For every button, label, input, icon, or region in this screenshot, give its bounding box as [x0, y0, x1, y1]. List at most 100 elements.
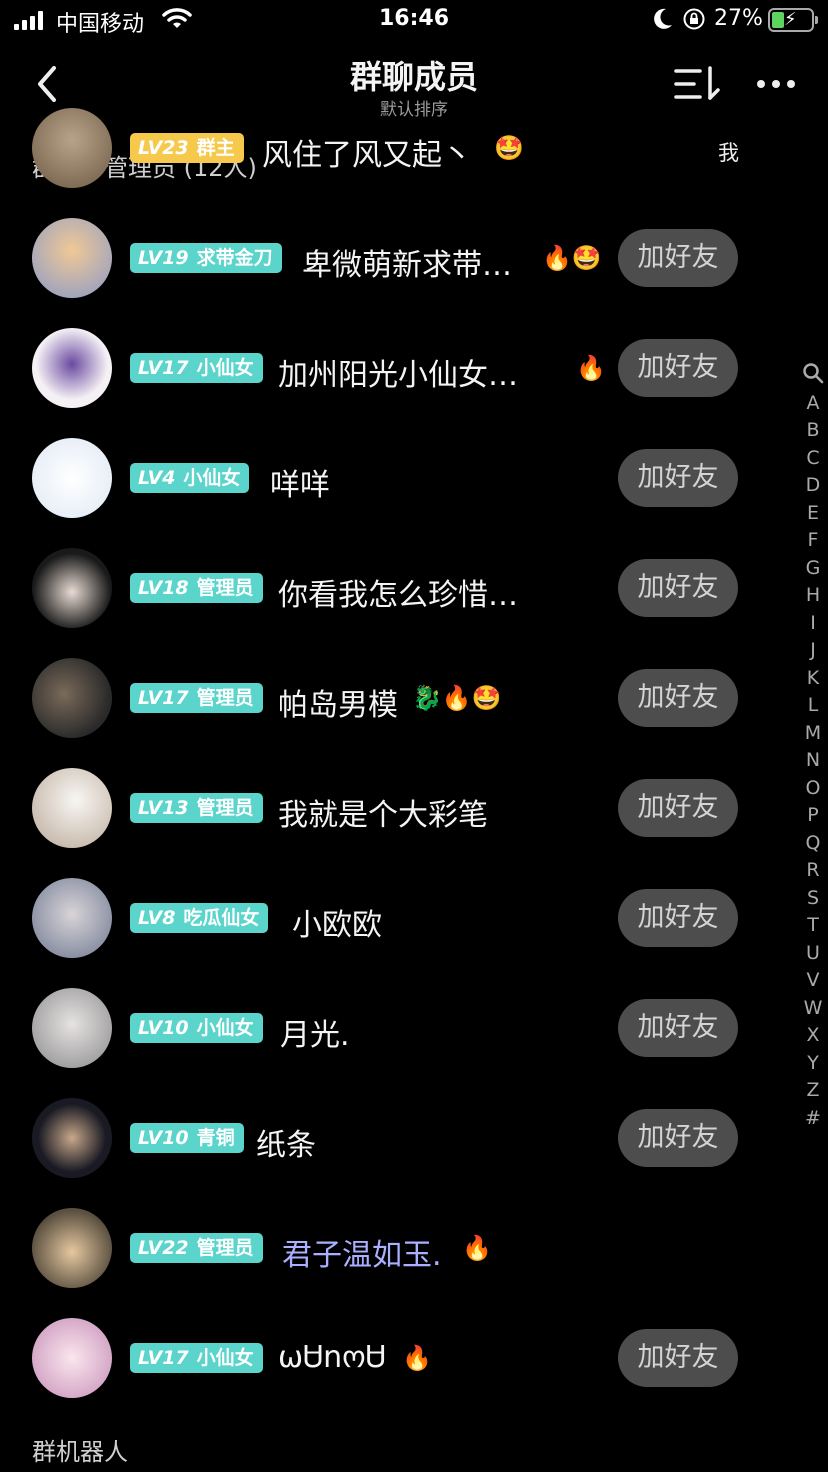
member-name: 月光.	[280, 1018, 350, 1053]
member-row[interactable]: LV17 小仙女 ωᏌnოᏌ 🔥 加好友	[0, 1303, 800, 1413]
avatar[interactable]	[32, 328, 112, 408]
index-letter[interactable]: S	[800, 885, 826, 913]
member-name: 你看我怎么珍惜…	[278, 578, 518, 613]
add-friend-button[interactable]: 加好友	[618, 779, 738, 837]
member-name: 君子温如玉.	[282, 1238, 442, 1273]
index-letter[interactable]: Q	[800, 830, 826, 858]
index-letter[interactable]: N	[800, 747, 826, 775]
rotation-lock-icon	[683, 8, 705, 30]
me-label: 我	[718, 141, 739, 165]
emoji-badges: 🔥	[402, 1344, 432, 1372]
add-friend-button[interactable]: 加好友	[618, 669, 738, 727]
battery-percent: 27%	[714, 6, 763, 31]
level-badge: LV13 管理员	[130, 793, 263, 823]
index-letter[interactable]: P	[800, 802, 826, 830]
emoji-badges: 🐉🔥🤩	[412, 684, 502, 712]
index-letter[interactable]: K	[800, 665, 826, 693]
index-letter[interactable]: Y	[800, 1050, 826, 1078]
level-badge: LV17 小仙女	[130, 353, 263, 383]
add-friend-button[interactable]: 加好友	[618, 999, 738, 1057]
member-name: 加州阳光小仙女…	[278, 358, 518, 393]
member-name: 小欧欧	[292, 908, 382, 943]
index-letter[interactable]: #	[800, 1105, 826, 1133]
status-bar: 中国移动 16:46 27% ⚡	[0, 0, 828, 44]
avatar[interactable]	[32, 108, 112, 188]
add-friend-button[interactable]: 加好友	[618, 449, 738, 507]
emoji-badges: 🔥	[462, 1234, 492, 1262]
add-friend-button[interactable]: 加好友	[618, 1329, 738, 1387]
index-letter[interactable]: G	[800, 555, 826, 583]
avatar[interactable]	[32, 548, 112, 628]
level-badge: LV8 吃瓜仙女	[130, 903, 269, 933]
avatar[interactable]	[32, 1318, 112, 1398]
avatar[interactable]	[32, 1208, 112, 1288]
member-row[interactable]: LV17 小仙女 加州阳光小仙女… 🔥 加好友	[0, 313, 800, 423]
index-letter[interactable]: X	[800, 1022, 826, 1050]
index-letter[interactable]: H	[800, 582, 826, 610]
index-letter[interactable]: W	[800, 995, 826, 1023]
section-header-bots: 群机器人	[32, 1438, 128, 1466]
emoji-badges: 🤩	[494, 134, 524, 162]
member-name: 纸条	[256, 1128, 316, 1163]
index-letter[interactable]: L	[800, 692, 826, 720]
index-letter[interactable]: I	[800, 610, 826, 638]
index-letter[interactable]: F	[800, 527, 826, 555]
member-name: 风住了风又起丶	[262, 138, 472, 173]
alphabet-index[interactable]: A B C D E F G H I J K L M N O P Q R S T …	[800, 362, 826, 1132]
add-friend-button[interactable]: 加好友	[618, 339, 738, 397]
add-friend-button[interactable]: 加好友	[618, 889, 738, 947]
index-letter[interactable]: V	[800, 967, 826, 995]
avatar[interactable]	[32, 988, 112, 1068]
index-letter[interactable]: A	[800, 390, 826, 418]
member-name: 我就是个大彩笔	[278, 798, 488, 833]
index-letter[interactable]: C	[800, 445, 826, 473]
index-letter[interactable]: O	[800, 775, 826, 803]
level-badge: LV17 管理员	[130, 683, 263, 713]
member-row[interactable]: LV19 求带金刀 卑微萌新求带… 🔥🤩 加好友	[0, 203, 800, 313]
emoji-badges: 🔥	[576, 354, 606, 382]
add-friend-button[interactable]: 加好友	[618, 559, 738, 617]
battery-icon: ⚡	[768, 8, 818, 32]
level-badge: LV22 管理员	[130, 1233, 263, 1263]
member-row[interactable]: LV8 吃瓜仙女 小欧欧 加好友	[0, 863, 800, 973]
avatar[interactable]	[32, 218, 112, 298]
member-row[interactable]: LV23 群主 风住了风又起丶 🤩 我	[0, 93, 800, 203]
avatar[interactable]	[32, 438, 112, 518]
avatar[interactable]	[32, 768, 112, 848]
level-badge: LV18 管理员	[130, 573, 263, 603]
index-letter[interactable]: T	[800, 912, 826, 940]
moon-icon	[654, 8, 672, 29]
emoji-badges: 🔥🤩	[542, 244, 602, 272]
add-friend-button[interactable]: 加好友	[618, 1109, 738, 1167]
level-badge: LV17 小仙女	[130, 1343, 263, 1373]
member-row[interactable]: LV13 管理员 我就是个大彩笔 加好友	[0, 753, 800, 863]
level-badge: LV4 小仙女	[130, 463, 250, 493]
index-letter[interactable]: M	[800, 720, 826, 748]
index-letter[interactable]: R	[800, 857, 826, 885]
member-name: 咩咩	[270, 468, 330, 503]
member-name: ωᏌnოᏌ	[278, 1340, 386, 1375]
member-row[interactable]: LV17 管理员 帕岛男模 🐉🔥🤩 加好友	[0, 643, 800, 753]
member-row[interactable]: LV18 管理员 你看我怎么珍惜… 加好友	[0, 533, 800, 643]
index-letter[interactable]: U	[800, 940, 826, 968]
member-row[interactable]: LV4 小仙女 咩咩 加好友	[0, 423, 800, 533]
index-letter[interactable]: E	[800, 500, 826, 528]
member-row[interactable]: LV10 青铜 纸条 加好友	[0, 1083, 800, 1193]
level-badge: LV19 求带金刀	[130, 243, 282, 273]
avatar[interactable]	[32, 1098, 112, 1178]
avatar[interactable]	[32, 658, 112, 738]
level-badge: LV23 群主	[130, 133, 244, 163]
member-row[interactable]: LV10 小仙女 月光. 加好友	[0, 973, 800, 1083]
avatar[interactable]	[32, 878, 112, 958]
member-name: 卑微萌新求带…	[302, 248, 512, 283]
member-row[interactable]: LV22 管理员 君子温如玉. 🔥	[0, 1193, 800, 1303]
index-letter[interactable]: D	[800, 472, 826, 500]
member-name: 帕岛男模	[278, 688, 398, 723]
add-friend-button[interactable]: 加好友	[618, 229, 738, 287]
index-letter[interactable]: Z	[800, 1077, 826, 1105]
index-letter[interactable]: B	[800, 417, 826, 445]
level-badge: LV10 小仙女	[130, 1013, 263, 1043]
search-icon[interactable]	[800, 362, 826, 390]
level-badge: LV10 青铜	[130, 1123, 244, 1153]
index-letter[interactable]: J	[800, 637, 826, 665]
